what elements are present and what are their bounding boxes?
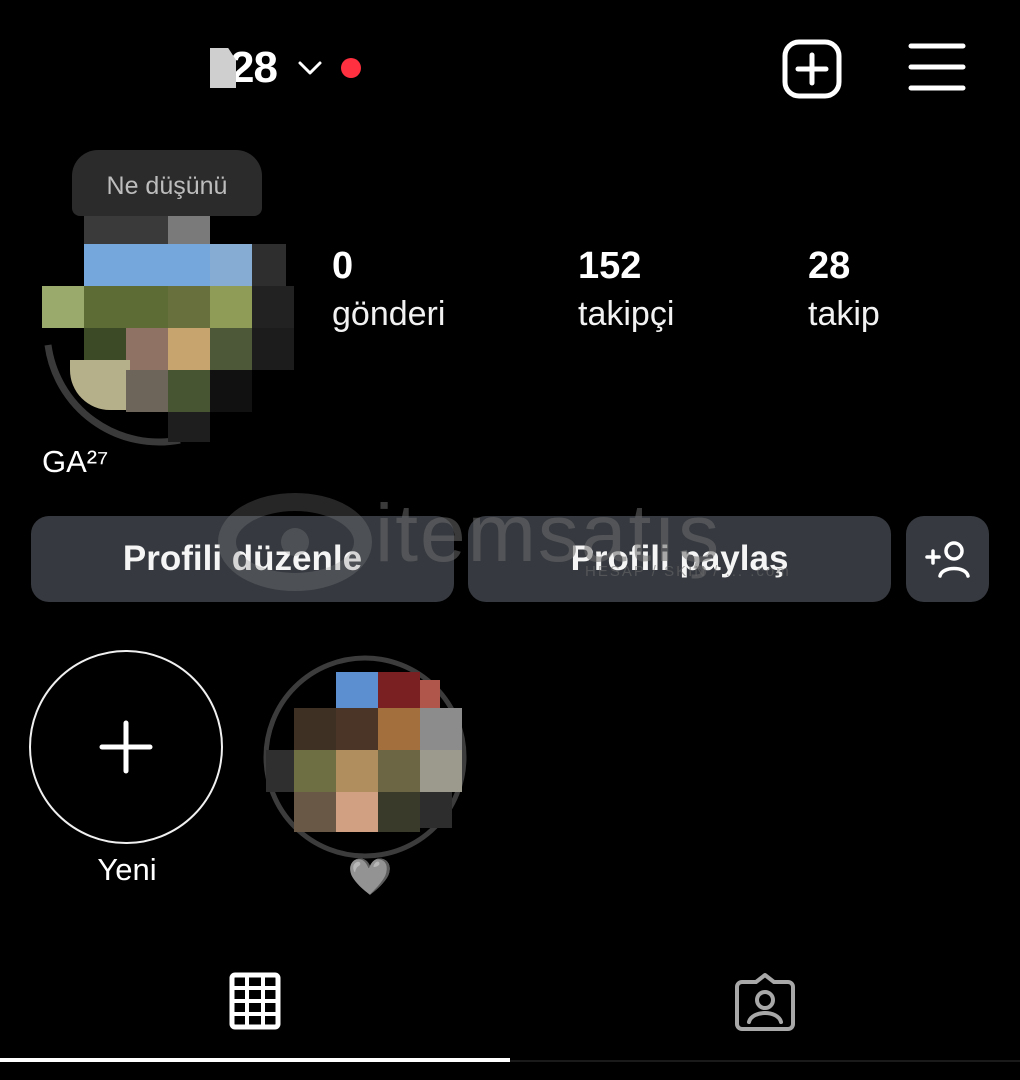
grid-icon[interactable] xyxy=(229,972,281,1030)
add-person-icon xyxy=(924,541,970,578)
watermark-subtext: HESAP / SKIN / ... .com xyxy=(585,563,791,580)
plus-icon xyxy=(99,720,153,774)
username: 28 xyxy=(230,43,278,92)
account-switcher[interactable]: 28 xyxy=(210,36,361,100)
stat-following[interactable]: 28 takip xyxy=(808,244,880,340)
menu-icon[interactable] xyxy=(908,42,966,92)
new-post-icon[interactable] xyxy=(782,39,842,99)
posts-count: 0 xyxy=(332,245,354,287)
followers-count: 152 xyxy=(578,245,642,287)
discover-people-button[interactable] xyxy=(906,516,989,602)
new-highlight-button[interactable] xyxy=(29,650,223,844)
highlight-story-label: 🩶 xyxy=(347,856,393,897)
display-name: GA²⁷ xyxy=(42,444,109,479)
chevron-down-icon xyxy=(298,61,322,75)
followers-label: takipçi xyxy=(578,295,675,333)
new-highlight-label: Yeni xyxy=(97,852,157,887)
following-label: takip xyxy=(808,295,880,333)
edit-profile-label: Profili düzenle xyxy=(122,539,363,578)
notification-dot xyxy=(340,58,361,78)
note-bubble[interactable]: Ne düşünü xyxy=(72,150,262,216)
active-tab-indicator xyxy=(0,1058,510,1062)
following-count: 28 xyxy=(808,245,851,287)
stat-followers[interactable]: 152 takipçi xyxy=(578,244,674,340)
stat-posts[interactable]: 0 gönderi xyxy=(332,244,445,340)
tagged-icon[interactable] xyxy=(734,972,796,1032)
note-text: Ne düşünü xyxy=(106,172,228,200)
highlight-story[interactable] xyxy=(262,654,468,860)
posts-label: gönderi xyxy=(332,295,446,333)
